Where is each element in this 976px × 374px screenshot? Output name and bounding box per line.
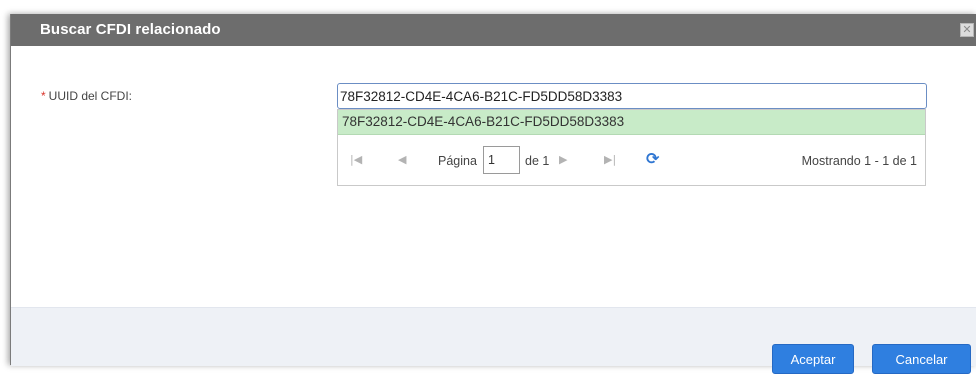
dialog-titlebar[interactable]: Buscar CFDI relacionado ✕ xyxy=(11,14,976,46)
pager-status: Mostrando 1 - 1 de 1 xyxy=(801,154,917,168)
dialog-footer: Aceptar Cancelar xyxy=(11,307,976,374)
dialog: Buscar CFDI relacionado ✕ * UUID del CFDI… xyxy=(10,14,976,374)
page-label: Página xyxy=(438,154,477,168)
next-page-icon[interactable]: ▶ xyxy=(559,153,567,166)
pager-toolbar: |◀ ◀ Página de 1 ▶ ▶| ⟳ Mostrando 1 - 1 … xyxy=(338,136,925,185)
page-of-label: de 1 xyxy=(525,154,550,168)
suggestion-item[interactable]: 78F32812-CD4E-4CA6-B21C-FD5DD58D3383 xyxy=(338,110,925,135)
suggestion-dropdown: 78F32812-CD4E-4CA6-B21C-FD5DD58D3383 |◀ … xyxy=(337,109,926,186)
uuid-label-text: UUID del CFDI: xyxy=(48,89,133,103)
uuid-label: * UUID del CFDI: xyxy=(41,89,132,103)
last-page-icon[interactable]: ▶| xyxy=(604,153,616,166)
dialog-title: Buscar CFDI relacionado xyxy=(40,21,221,38)
required-marker: * xyxy=(41,89,46,103)
prev-page-icon[interactable]: ◀ xyxy=(398,153,406,166)
cancel-button[interactable]: Cancelar xyxy=(872,344,971,374)
uuid-input[interactable] xyxy=(337,83,927,109)
page-number-input[interactable] xyxy=(483,146,520,174)
first-page-icon[interactable]: |◀ xyxy=(350,153,362,166)
close-icon[interactable]: ✕ xyxy=(960,23,974,37)
refresh-icon[interactable]: ⟳ xyxy=(646,149,659,168)
accept-button[interactable]: Aceptar xyxy=(772,344,854,374)
